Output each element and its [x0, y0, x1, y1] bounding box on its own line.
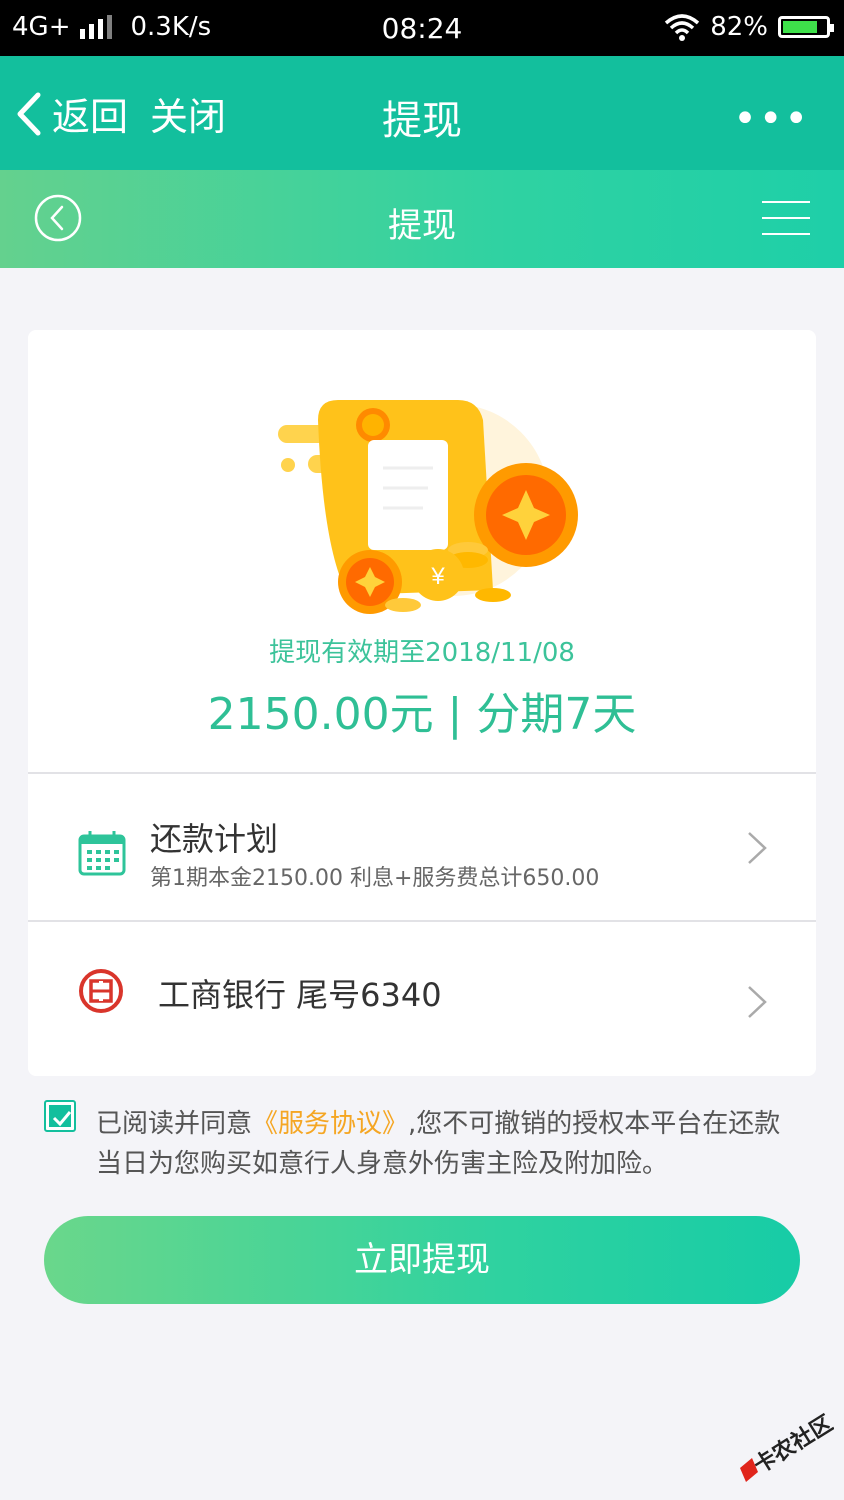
more-icon[interactable]: ••• [733, 96, 810, 142]
battery-icon [778, 16, 834, 38]
repayment-plan-row[interactable]: 还款计划 第1期本金2150.00 利息+服务费总计650.00 [28, 774, 816, 920]
svg-text:卡农社区: 卡农社区 [749, 1410, 834, 1479]
battery-percent: 82% [710, 12, 768, 42]
wifi-icon [665, 14, 700, 41]
status-right: 82% [664, 12, 834, 42]
validity-text: 提现有效期至2018/11/08 [269, 638, 575, 668]
status-bar: 4G+ 0.3K/s 08:24 82% [0, 0, 844, 56]
sub-header-title: 提现 [388, 206, 456, 246]
amount-summary: 2150.00元 | 分期7天 [207, 689, 637, 740]
bank-card-row[interactable]: 工商银行 尾号6340 [28, 922, 816, 1076]
coins-illustration: ¥ [278, 400, 578, 614]
sub-header: 提现 [0, 170, 844, 268]
checkbox-fill [49, 1105, 72, 1127]
chevron-right-icon [748, 832, 767, 864]
agreement-checkbox[interactable] [44, 1100, 76, 1132]
calendar-icon [78, 831, 126, 876]
chevron-right-icon [748, 986, 767, 1018]
withdraw-card: ¥ 提现有效期至2018/11/08 2150.00元 | 分期7天 还款计划 … [28, 330, 816, 1076]
app-navbar: 返回 关闭 提现 ••• [0, 56, 844, 170]
icbc-bank-icon [79, 969, 123, 1013]
checkbox-icon [52, 1111, 72, 1127]
menu-icon[interactable] [762, 200, 810, 236]
battery-fill [783, 21, 817, 33]
page-title: 提现 [382, 98, 462, 144]
withdraw-now-button[interactable]: 立即提现 [44, 1216, 800, 1304]
service-agreement-link[interactable]: 《服务协议》 [252, 1109, 408, 1139]
repayment-plan-title: 还款计划 [150, 820, 279, 858]
repayment-plan-detail: 第1期本金2150.00 利息+服务费总计650.00 [150, 866, 600, 891]
bank-card-label: 工商银行 尾号6340 [158, 976, 442, 1014]
agreement-prefix: 已阅读并同意 [96, 1109, 253, 1139]
watermark-logo: 卡农社区 [740, 1410, 834, 1482]
agreement-text: 已阅读并同意《服务协议》,您不可撤销的授权本平台在还款当日为您购买如意行人身意外… [96, 1104, 796, 1184]
svg-text:¥: ¥ [430, 563, 445, 590]
